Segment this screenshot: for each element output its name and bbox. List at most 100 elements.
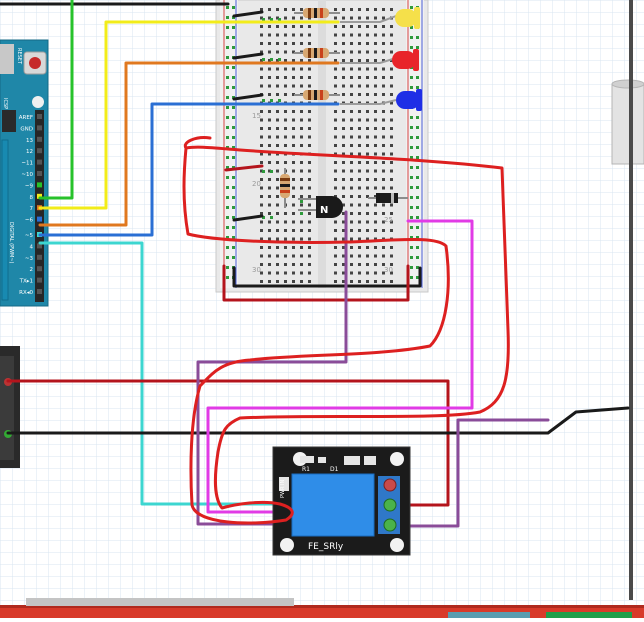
pin-hole[interactable] bbox=[37, 254, 42, 260]
breadboard-hole bbox=[300, 271, 303, 275]
breadboard-hole bbox=[350, 195, 353, 198]
breadboard-hole bbox=[382, 186, 385, 190]
breadboard-hole bbox=[308, 110, 311, 113]
breadboard-hole bbox=[292, 25, 295, 28]
breadboard-hole bbox=[374, 144, 377, 147]
breadboard-hole bbox=[382, 229, 385, 232]
arduino-uno[interactable]: RESET ICSP DIGITAL (PWM~) AREF GND 13 12 ~11… bbox=[0, 39, 49, 307]
breadboard-hole bbox=[284, 254, 287, 258]
breadboard-hole bbox=[374, 16, 377, 20]
breadboard-hole bbox=[308, 229, 311, 232]
breadboard-hole bbox=[232, 136, 235, 139]
breadboard-hole bbox=[270, 216, 273, 219]
breadboard-hole bbox=[350, 186, 353, 190]
breadboard-hole bbox=[390, 212, 393, 215]
breadboard-hole bbox=[334, 144, 337, 147]
breadboard-hole bbox=[260, 33, 263, 37]
breadboard-hole bbox=[300, 84, 303, 88]
breadboard-hole bbox=[292, 118, 295, 122]
breadboard-hole bbox=[308, 220, 311, 224]
breadboard-hole bbox=[276, 67, 279, 71]
breadboard-hole bbox=[276, 50, 279, 54]
r1-smd bbox=[300, 456, 314, 463]
breadboard-hole bbox=[260, 25, 263, 28]
breadboard-hole bbox=[292, 84, 295, 88]
breadboard-hole bbox=[342, 195, 345, 198]
breadboard-hole bbox=[374, 254, 377, 258]
r1-label: R1 bbox=[302, 466, 310, 473]
breadboard-hole bbox=[390, 246, 393, 249]
mount-hole bbox=[390, 452, 404, 466]
breadboard-hole bbox=[226, 116, 229, 119]
breadboard-hole bbox=[226, 226, 229, 229]
pin-hole[interactable] bbox=[37, 216, 42, 222]
breadboard-hole bbox=[300, 254, 303, 258]
breadboard-hole bbox=[334, 76, 337, 79]
pin-hole[interactable] bbox=[37, 148, 42, 154]
pin-hole[interactable] bbox=[37, 114, 42, 119]
pin-hole[interactable] bbox=[37, 136, 42, 142]
breadboard-hole bbox=[268, 110, 271, 113]
breadboard-hole bbox=[416, 86, 419, 89]
pin-hole[interactable] bbox=[37, 289, 42, 294]
breadboard-hole bbox=[374, 263, 377, 266]
breadboard-hole bbox=[260, 229, 263, 232]
breadboard-hole bbox=[268, 246, 271, 249]
breadboard-hole bbox=[350, 67, 353, 71]
breadboard-hole bbox=[416, 146, 419, 149]
breadboard-hole bbox=[358, 25, 361, 28]
pin-hole[interactable] bbox=[37, 182, 42, 188]
breadboard-hole bbox=[350, 271, 353, 275]
relay-module[interactable]: R1 D1 PWR IN FE_SRly bbox=[272, 446, 411, 556]
breadboard-hole bbox=[382, 254, 385, 258]
reset-button-cap bbox=[29, 57, 41, 69]
breadboard-hole bbox=[292, 212, 295, 215]
breadboard-hole bbox=[366, 33, 369, 37]
breadboard-hole bbox=[358, 178, 361, 181]
led-red-body bbox=[392, 51, 416, 69]
breadboard-hole bbox=[382, 33, 385, 37]
circuit-canvas[interactable]: 15 20 25 30 30 RESET ICSP DIGITAL (PWM~)… bbox=[0, 0, 644, 618]
breadboard-hole bbox=[366, 203, 369, 207]
breadboard-hole bbox=[226, 136, 229, 139]
breadboard-hole bbox=[284, 229, 287, 232]
pin-hole[interactable] bbox=[37, 277, 42, 283]
breadboard-hole bbox=[358, 127, 361, 130]
breadboard-hole bbox=[350, 237, 353, 241]
breadboard-hole bbox=[382, 161, 385, 164]
breadboard-hole bbox=[390, 67, 393, 71]
breadboard-hole bbox=[410, 36, 413, 39]
breadboard-hole bbox=[366, 246, 369, 249]
breadboard-hole bbox=[276, 169, 279, 173]
power-barrel-jack[interactable] bbox=[0, 346, 20, 468]
breadboard-hole bbox=[268, 237, 271, 241]
circuit-diagram[interactable]: 15 20 25 30 30 RESET ICSP DIGITAL (PWM~)… bbox=[0, 0, 644, 618]
breadboard[interactable]: 15 20 25 30 30 bbox=[215, 0, 429, 293]
pin-hole[interactable] bbox=[37, 125, 42, 131]
breadboard-hole bbox=[366, 67, 369, 71]
breadboard-hole bbox=[308, 212, 311, 215]
breadboard-hole bbox=[300, 178, 303, 181]
horizontal-scrollbar[interactable] bbox=[26, 598, 294, 606]
breadboard-hole bbox=[382, 246, 385, 249]
breadboard-hole bbox=[300, 246, 303, 249]
breadboard-hole bbox=[358, 161, 361, 164]
breadboard-hole bbox=[410, 86, 413, 89]
breadboard-hole bbox=[232, 36, 235, 39]
pin-hole[interactable] bbox=[37, 171, 42, 176]
breadboard-hole bbox=[358, 246, 361, 249]
breadboard-hole bbox=[268, 135, 271, 139]
breadboard-hole bbox=[350, 59, 353, 62]
pin-hole[interactable] bbox=[37, 159, 42, 165]
led-yellow-rim bbox=[414, 7, 420, 29]
breadboard-hole bbox=[284, 280, 287, 283]
breadboard-hole bbox=[276, 84, 279, 88]
breadboard-hole bbox=[334, 271, 337, 275]
breadboard-hole bbox=[300, 25, 303, 28]
breadboard-hole bbox=[358, 33, 361, 37]
breadboard-hole bbox=[358, 229, 361, 232]
pin-hole[interactable] bbox=[37, 266, 42, 272]
breadboard-hole bbox=[390, 76, 393, 79]
breadboard-hole bbox=[292, 42, 295, 45]
breadboard-hole bbox=[350, 178, 353, 181]
